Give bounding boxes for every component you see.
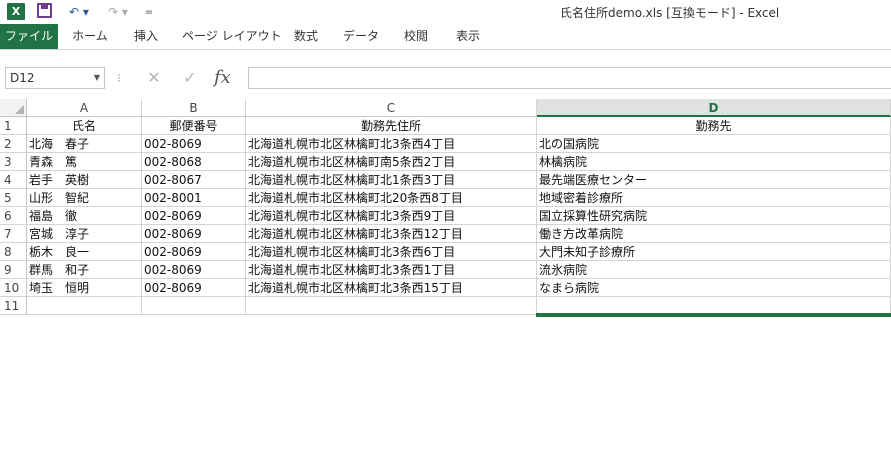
formula-bar-grip-icon[interactable]: ⁝ (117, 71, 121, 85)
row-header[interactable]: 6 (0, 207, 27, 225)
enter-check-icon[interactable]: ✓ (179, 67, 201, 89)
tab-data[interactable]: データ (340, 24, 382, 49)
table-cell[interactable]: 北海道札幌市北区林檎町北3条西6丁目 (246, 243, 537, 261)
column-header-d[interactable]: D (537, 99, 891, 117)
table-cell[interactable]: 山形 智紀 (27, 189, 142, 207)
table-cell[interactable]: 002-8067 (142, 171, 246, 189)
table-cell[interactable] (142, 297, 246, 315)
table-cell[interactable] (27, 297, 142, 315)
insert-function-icon[interactable]: fx (214, 66, 231, 90)
table-cell[interactable]: 群馬 和子 (27, 261, 142, 279)
table-cell[interactable]: 北海道札幌市北区林檎町北3条西1丁目 (246, 261, 537, 279)
header-cell[interactable]: 勤務先 (537, 117, 891, 135)
tab-review[interactable]: 校閲 (398, 24, 434, 49)
header-cell[interactable]: 勤務先住所 (246, 117, 537, 135)
window-title: 氏名住所demo.xls [互換モード] - Excel (560, 6, 780, 20)
table-cell[interactable]: 青森 篤 (27, 153, 142, 171)
tab-home[interactable]: ホーム (70, 24, 110, 49)
table-cell[interactable]: 北海道札幌市北区林檎町北3条西15丁目 (246, 279, 537, 297)
table-cell[interactable]: 福島 徹 (27, 207, 142, 225)
row-header[interactable]: 4 (0, 171, 27, 189)
table-cell[interactable]: 埼玉 恒明 (27, 279, 142, 297)
excel-logo-icon[interactable]: X (7, 3, 25, 20)
table-cell[interactable]: 林檎病院 (537, 153, 891, 171)
table-cell[interactable]: 地域密着診療所 (537, 189, 891, 207)
column-header-b[interactable]: B (142, 99, 246, 117)
row-header[interactable]: 1 (0, 117, 27, 135)
tab-insert[interactable]: 挿入 (128, 24, 164, 49)
table-cell[interactable]: 002-8069 (142, 243, 246, 261)
column-header-c[interactable]: C (246, 99, 537, 117)
row-header[interactable]: 5 (0, 189, 27, 207)
table-cell[interactable]: 最先端医療センター (537, 171, 891, 189)
table-cell[interactable]: 北の国病院 (537, 135, 891, 153)
table-cell[interactable]: 002-8069 (142, 279, 246, 297)
title-bar: X ↶ ▾ ↷ ▾ = 氏名住所demo.xls [互換モード] - Excel (0, 0, 891, 24)
row-header[interactable]: 7 (0, 225, 27, 243)
table-cell[interactable]: 002-8069 (142, 207, 246, 225)
table-cell[interactable]: 大門未知子診療所 (537, 243, 891, 261)
header-cell[interactable]: 氏名 (27, 117, 142, 135)
table-cell[interactable]: 002-8068 (142, 153, 246, 171)
header-cell[interactable]: 郵便番号 (142, 117, 246, 135)
table-cell[interactable]: 宮城 淳子 (27, 225, 142, 243)
row-header[interactable]: 2 (0, 135, 27, 153)
customize-quick-access-icon[interactable]: = (143, 2, 155, 22)
ribbon-tabs: ファイル ホーム 挿入 ページ レイアウト 数式 データ 校閲 表示 (0, 24, 891, 50)
table-cell[interactable]: 働き方改革病院 (537, 225, 891, 243)
table-cell[interactable]: 002-8001 (142, 189, 246, 207)
table-cell[interactable]: 北海 春子 (27, 135, 142, 153)
table-cell[interactable]: 002-8069 (142, 225, 246, 243)
table-cell[interactable]: 北海道札幌市北区林檎町北3条西9丁目 (246, 207, 537, 225)
row-header[interactable]: 11 (0, 297, 27, 315)
table-cell[interactable]: 栃木 良一 (27, 243, 142, 261)
select-all-button[interactable] (0, 99, 27, 117)
table-cell[interactable]: 北海道札幌市北区林檎町南5条西2丁目 (246, 153, 537, 171)
save-icon[interactable] (37, 3, 52, 18)
table-cell[interactable]: 002-8069 (142, 261, 246, 279)
table-cell[interactable]: 北海道札幌市北区林檎町北1条西3丁目 (246, 171, 537, 189)
row-header[interactable]: 3 (0, 153, 27, 171)
column-header-a[interactable]: A (27, 99, 142, 117)
name-box-value: D12 (10, 71, 35, 85)
redo-icon[interactable]: ↷ ▾ (105, 2, 131, 22)
table-cell[interactable]: 北海道札幌市北区林檎町北3条西12丁目 (246, 225, 537, 243)
row-header[interactable]: 8 (0, 243, 27, 261)
spreadsheet-grid: ABCD 1 氏名 郵便番号 勤務先住所 勤務先 2 北海 春子 002-8069 北海道札幌市… (0, 99, 891, 319)
table-cell[interactable]: なまら病院 (537, 279, 891, 297)
table-cell[interactable]: 北海道札幌市北区林檎町北20条西8丁目 (246, 189, 537, 207)
row-header[interactable]: 10 (0, 279, 27, 297)
cancel-icon[interactable]: ✕ (143, 67, 165, 89)
tab-view[interactable]: 表示 (450, 24, 486, 49)
tab-page-layout[interactable]: ページ レイアウト (182, 24, 282, 49)
active-cell-indicator (536, 313, 891, 317)
table-cell[interactable]: 国立採算性研究病院 (537, 207, 891, 225)
tab-file[interactable]: ファイル (0, 24, 58, 49)
row-header[interactable]: 9 (0, 261, 27, 279)
chevron-down-icon[interactable]: ▼ (94, 68, 100, 88)
formula-bar: D12 ▼ ⁝ ✕ ✓ fx (0, 66, 891, 90)
table-cell[interactable]: 岩手 英樹 (27, 171, 142, 189)
tab-formulas[interactable]: 数式 (288, 24, 324, 49)
name-box[interactable]: D12 ▼ (5, 67, 105, 89)
table-cell[interactable]: 002-8069 (142, 135, 246, 153)
table-cell[interactable]: 流氷病院 (537, 261, 891, 279)
undo-icon[interactable]: ↶ ▾ (66, 2, 92, 22)
table-cell[interactable] (246, 297, 537, 315)
formula-input[interactable] (248, 67, 891, 89)
table-cell[interactable]: 北海道札幌市北区林檎町北3条西4丁目 (246, 135, 537, 153)
